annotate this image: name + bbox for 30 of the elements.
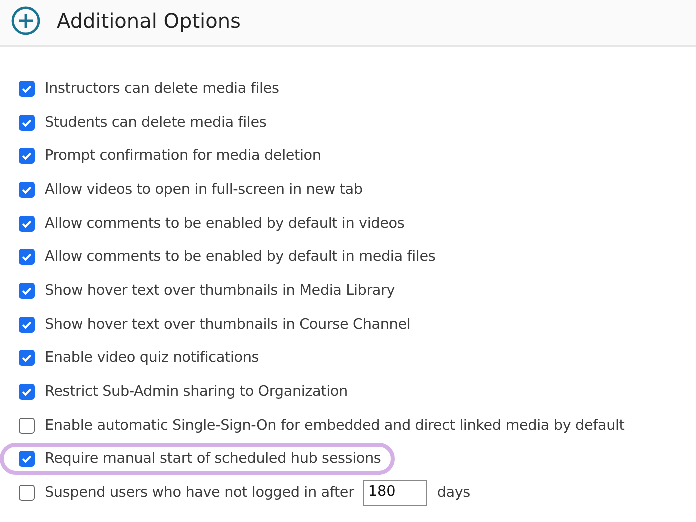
option-label: Students can delete media files — [45, 114, 267, 131]
checkbox[interactable] — [19, 485, 35, 502]
option-label: Show hover text over thumbnails in Course Channel — [45, 316, 411, 333]
checkbox[interactable] — [19, 282, 35, 299]
checkbox[interactable] — [19, 182, 35, 198]
checkbox[interactable] — [19, 80, 35, 97]
checkbox[interactable] — [19, 350, 35, 366]
option-label: Enable automatic Single-Sign-On for embedded and direct linked media by default — [45, 418, 625, 434]
option-label: Show hover text over thumbnails in Media Library — [45, 282, 396, 299]
option-label: Restrict Sub-Admin sharing to Organization — [45, 384, 348, 400]
checkbox[interactable] — [19, 249, 35, 266]
option-label: Allow comments to be enabled by default in videos — [45, 216, 405, 232]
checkbox[interactable] — [19, 384, 35, 400]
checkbox[interactable] — [19, 148, 35, 164]
unit-label: days — [437, 485, 470, 502]
option-label: Enable video quiz notifications — [45, 350, 260, 366]
expand-icon[interactable] — [11, 6, 41, 36]
option-label: Prompt confirmation for media deletion — [45, 148, 322, 164]
input-field[interactable]: 180 — [363, 480, 428, 506]
option-label: Instructors can delete media files — [45, 80, 280, 97]
option-label: Allow videos to open in full-screen in new tab — [45, 182, 363, 198]
option-label: Allow comments to be enabled by default in media files — [45, 249, 436, 266]
section-title: Additional Options — [57, 8, 241, 32]
option-label: Suspend users who have not logged in after — [45, 485, 354, 502]
checkbox[interactable] — [19, 316, 35, 333]
checkbox[interactable] — [19, 418, 35, 434]
checkbox[interactable] — [19, 114, 35, 131]
checkbox[interactable] — [19, 216, 35, 232]
checkbox[interactable] — [19, 451, 35, 468]
option-label: Require manual start of scheduled hub sessions — [45, 451, 382, 468]
